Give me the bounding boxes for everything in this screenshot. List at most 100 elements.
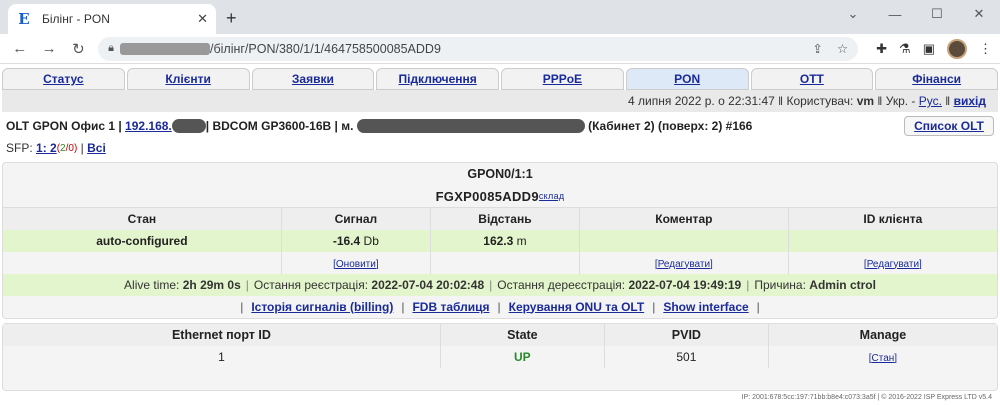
manage-onu-olt-link[interactable]: Керування ONU та OLT bbox=[509, 300, 645, 314]
gpon-port: GPON0/1:1 bbox=[467, 167, 533, 181]
browser-tab[interactable]: E Білінг - PON ✕ bbox=[8, 4, 216, 34]
olt-list-link[interactable]: Список OLT bbox=[914, 119, 984, 133]
edit-client-link[interactable]: [Редагувати] bbox=[864, 259, 922, 270]
address-bar[interactable]: 🔒︎ /білінг/PON/380/1/1/464758500085ADD9 … bbox=[98, 36, 859, 61]
signal-history-link[interactable]: Історія сигналів (billing) bbox=[251, 300, 393, 314]
back-icon[interactable]: ← bbox=[8, 40, 31, 57]
alive-value: 2h 29m 0s bbox=[182, 277, 241, 292]
olt-ip-link[interactable]: 192.168. bbox=[125, 119, 172, 133]
table-row: 1 UP 501 [Стан] bbox=[3, 345, 997, 368]
tab-7[interactable]: OTT bbox=[750, 68, 874, 90]
nav-tab-link[interactable]: OTT bbox=[800, 72, 824, 86]
reg-label: Остання реєстрація: bbox=[253, 277, 369, 292]
nav-tab-link[interactable]: Клієнти bbox=[165, 72, 210, 86]
show-interface-link[interactable]: Show interface bbox=[663, 300, 748, 314]
separator: ‖ bbox=[945, 94, 951, 108]
dereg-label: Остання дереєстрація: bbox=[497, 277, 626, 292]
separator: | bbox=[401, 299, 405, 314]
table-row: auto-configured -16.4 Db 162.3 m bbox=[3, 229, 997, 252]
tab-2[interactable]: Клієнти bbox=[126, 68, 250, 90]
separator: | bbox=[245, 277, 249, 292]
empty-cell bbox=[3, 251, 282, 274]
col-header-state: Стан bbox=[3, 207, 282, 230]
maximize-icon[interactable]: ☐ bbox=[916, 0, 958, 28]
tab-close-icon[interactable]: ✕ bbox=[197, 11, 208, 27]
nav-tab-link[interactable]: PPPoE bbox=[543, 72, 582, 86]
separator: | bbox=[80, 141, 84, 155]
sfp-paren: ) bbox=[73, 142, 78, 154]
separator: | bbox=[240, 299, 244, 314]
fdb-table-link[interactable]: FDB таблиця bbox=[412, 300, 489, 314]
onu-comment bbox=[579, 229, 789, 252]
lock-icon[interactable]: 🔒︎ bbox=[108, 42, 114, 55]
tab-8[interactable]: Фінанси bbox=[875, 68, 998, 90]
refresh-cell: [Оновити] bbox=[281, 251, 431, 274]
col-header-client-id: ID клієнта bbox=[788, 207, 997, 230]
signal-unit: Db bbox=[363, 233, 379, 248]
olt-list-button[interactable]: Список OLT bbox=[904, 116, 994, 136]
tab-6[interactable]: PON bbox=[625, 68, 749, 90]
bookmark-star-icon[interactable]: ☆ bbox=[837, 41, 848, 56]
onu-panel: GPON0/1:1 FGXP0085ADD9 склад Стан Сигнал … bbox=[2, 162, 998, 319]
edit-comment-cell: [Редагувати] bbox=[579, 251, 789, 274]
window-controls: ⌄ — ☐ ✕ bbox=[832, 0, 1000, 28]
sfp-link[interactable]: 1: 2 bbox=[36, 141, 57, 155]
separator: | bbox=[489, 277, 493, 292]
profile-avatar[interactable] bbox=[946, 38, 967, 59]
tab-5[interactable]: PPPoE bbox=[501, 68, 624, 90]
tab-4[interactable]: Підключення bbox=[376, 68, 499, 90]
ethernet-panel: Ethernet порт ID State PVID Manage 1 UP … bbox=[2, 322, 998, 391]
reason-value: Admin ctrol bbox=[809, 277, 876, 292]
nav-tab-link[interactable]: PON bbox=[674, 72, 700, 86]
minimize-icon[interactable]: — bbox=[874, 0, 916, 28]
reload-icon[interactable]: ↻ bbox=[67, 40, 90, 58]
language-switch-link[interactable]: Рус. bbox=[919, 94, 942, 108]
olt-location: (Кабинет 2) (поверх: 2) #166 bbox=[588, 119, 753, 133]
redacted-ip bbox=[171, 119, 206, 133]
extensions-puzzle-icon[interactable]: ✚ bbox=[876, 41, 887, 57]
menu-dots-icon[interactable]: ⋮ bbox=[979, 41, 992, 57]
nav-tab-link[interactable]: Заявки bbox=[292, 72, 334, 86]
sfp-all-link[interactable]: Всі bbox=[87, 141, 106, 155]
distance-unit: m bbox=[516, 233, 527, 248]
page-content: Статус Клієнти Заявки Підключення PPPoE PON OT… bbox=[0, 64, 1000, 391]
tab-1[interactable]: Статус bbox=[2, 68, 125, 90]
tab-title: Білінг - PON bbox=[42, 12, 110, 26]
forward-icon[interactable]: → bbox=[37, 40, 60, 57]
share-icon[interactable]: ⇪ bbox=[812, 41, 822, 56]
sidepanel-icon[interactable]: ▣ bbox=[923, 41, 935, 57]
olt-header: OLT GPON Офис 1 | 192.168. | BDCOM GP3600… bbox=[2, 114, 998, 138]
edit-comment-link[interactable]: [Редагувати] bbox=[655, 259, 713, 270]
logout-link[interactable]: вихід bbox=[954, 94, 986, 108]
url-path: /білінг/PON/380/1/1/464758500085ADD9 bbox=[209, 41, 441, 56]
redacted-address bbox=[356, 119, 585, 133]
olt-name: OLT GPON Офис 1 | bbox=[6, 119, 122, 133]
col-header-eth-port: Ethernet порт ID bbox=[3, 323, 441, 346]
nav-tab-link[interactable]: Статус bbox=[43, 72, 83, 86]
new-tab-icon[interactable]: + bbox=[226, 8, 237, 29]
chevron-down-icon[interactable]: ⌄ bbox=[832, 0, 874, 28]
nav-tab-link[interactable]: Фінанси bbox=[912, 72, 961, 86]
onu-table: Стан Сигнал Відстань Коментар ID клієнта… bbox=[3, 207, 997, 274]
alive-status-bar: Alive time: 2h 29m 0s | Остання реєстрація… bbox=[3, 273, 997, 296]
nav-tab-link[interactable]: Підключення bbox=[398, 72, 476, 86]
eth-status-link[interactable]: [Стан] bbox=[869, 353, 897, 364]
username: vm bbox=[856, 94, 875, 108]
separator: | bbox=[652, 299, 656, 314]
signal-value: -16.4 bbox=[332, 233, 361, 248]
onu-signal: -16.4 Db bbox=[281, 229, 431, 252]
distance-value: 162.3 bbox=[483, 233, 514, 248]
close-window-icon[interactable]: ✕ bbox=[958, 0, 1000, 28]
col-header-eth-state: State bbox=[440, 323, 605, 346]
browser-toolbar: ← → ↻ 🔒︎ /білінг/PON/380/1/1/46475850008… bbox=[0, 34, 1000, 64]
warehouse-link[interactable]: склад bbox=[539, 191, 565, 201]
eth-state-cell: UP bbox=[440, 345, 605, 368]
refresh-link[interactable]: [Оновити] bbox=[333, 259, 378, 270]
dereg-value: 2022-07-04 19:49:19 bbox=[628, 277, 742, 292]
tab-3[interactable]: Заявки bbox=[251, 68, 375, 90]
main-nav: Статус Клієнти Заявки Підключення PPPoE PON OT… bbox=[2, 68, 998, 90]
col-header-signal: Сигнал bbox=[281, 207, 431, 230]
language-current: Укр. - bbox=[885, 94, 916, 108]
eth-pvid: 501 bbox=[604, 345, 769, 368]
extension-flask-icon[interactable]: ⚗ bbox=[899, 41, 911, 57]
